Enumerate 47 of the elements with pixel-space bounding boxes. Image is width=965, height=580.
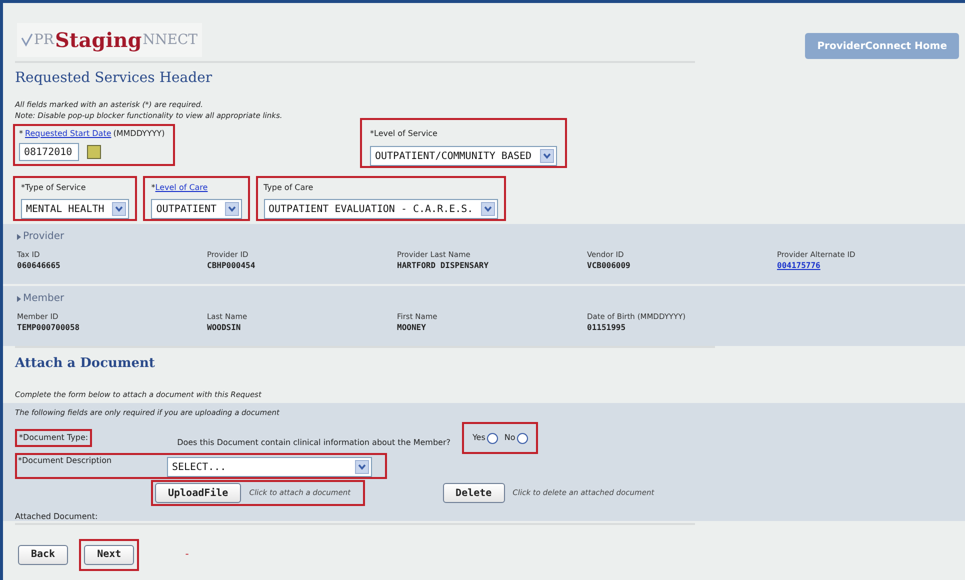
field-link[interactable]: Level of Care xyxy=(155,182,208,194)
panel-toggle[interactable]: Provider xyxy=(17,229,64,244)
level-of-service-label: *Level of Service xyxy=(370,128,438,140)
radio-button[interactable] xyxy=(517,432,528,444)
dropdown[interactable]: OUTPATIENT EVALUATION - C.A.R.E.S. xyxy=(264,199,498,219)
field-value: MOONEY xyxy=(397,322,426,334)
attached-document-label: Attached Document: xyxy=(15,511,98,523)
field-value: VCB006009 xyxy=(587,260,630,272)
logo-text: NNECT xyxy=(142,30,198,50)
triangle-icon xyxy=(17,296,21,302)
required-marker: * xyxy=(151,182,156,194)
logo-text: PR xyxy=(34,30,54,48)
format-hint: (MMDDYYYY) xyxy=(113,128,165,140)
field-value: 01151995 xyxy=(587,322,626,334)
radio-label: No xyxy=(504,432,516,444)
upload-file-button[interactable]: UploadFile xyxy=(155,483,242,503)
next-button[interactable]: Next xyxy=(84,544,134,565)
field-link[interactable]: 004175776 xyxy=(777,260,820,272)
question-text: Does this Document contain clinical information about the Member? xyxy=(177,437,450,449)
delete-button[interactable]: Delete xyxy=(442,483,505,503)
radio-button[interactable] xyxy=(487,432,498,444)
dropdown[interactable]: SELECT... xyxy=(167,457,372,477)
required-marker: * xyxy=(19,128,23,140)
section-title: Requested Services Header xyxy=(15,69,214,88)
field-value: CBHP000454 xyxy=(207,260,256,272)
start-date-link[interactable]: Requested Start Date xyxy=(25,128,112,140)
triangle-icon xyxy=(17,234,21,240)
field-label: Type of Service xyxy=(25,182,86,194)
field-value: WOODSIN xyxy=(207,322,241,334)
back-button[interactable]: Back xyxy=(18,544,68,565)
swoosh-icon xyxy=(21,33,33,47)
section-title: Attach a Document xyxy=(15,355,155,373)
field-label: Type of Care xyxy=(264,182,314,194)
dash-mark: - xyxy=(185,548,189,562)
document-type-label: *Document Type: xyxy=(15,429,92,447)
dropdown[interactable]: OUTPATIENT/COMMUNITY BASED xyxy=(370,146,557,166)
panel-toggle[interactable]: Member xyxy=(17,291,64,306)
start-date-field[interactable]: 08172010 xyxy=(19,143,79,161)
document-description-label: *Document Description xyxy=(17,455,113,467)
field-value: TEMP000700058 xyxy=(17,322,80,334)
field-value: HARTFORD DISPENSARY xyxy=(397,260,489,272)
field-value: 060646665 xyxy=(17,260,60,272)
radio-label: Yes xyxy=(472,432,486,444)
staging-text: Staging xyxy=(54,28,142,52)
required-marker: * xyxy=(21,182,25,194)
dropdown[interactable]: OUTPATIENT xyxy=(151,199,242,219)
dropdown[interactable]: MENTAL HEALTH xyxy=(21,199,130,219)
